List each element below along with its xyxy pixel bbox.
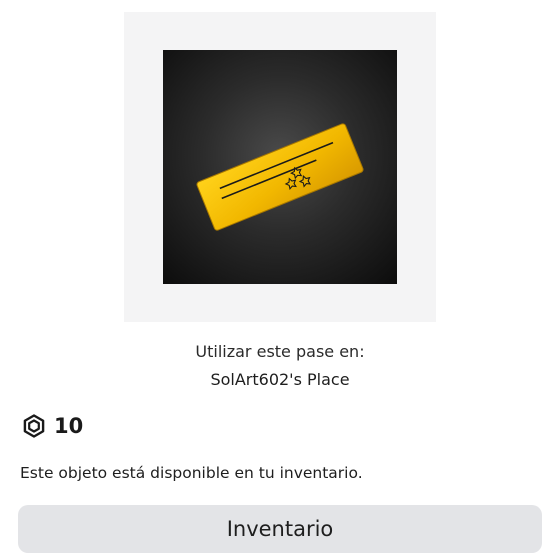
- inventory-button[interactable]: Inventario: [18, 505, 542, 553]
- use-pass-label: Utilizar este pase en:: [195, 342, 365, 361]
- availability-text: Este objeto está disponible en tu invent…: [20, 464, 363, 482]
- pass-thumbnail-frame: [124, 12, 436, 322]
- pass-details-page: Utilizar este pase en: SolArt602's Place…: [0, 0, 560, 560]
- robux-icon: [22, 414, 46, 438]
- place-name-link[interactable]: SolArt602's Place: [0, 370, 560, 390]
- price-row: 10: [22, 412, 83, 440]
- price-value: 10: [54, 414, 84, 438]
- gold-ticket-icon: [196, 123, 364, 231]
- pass-thumbnail: [163, 50, 397, 284]
